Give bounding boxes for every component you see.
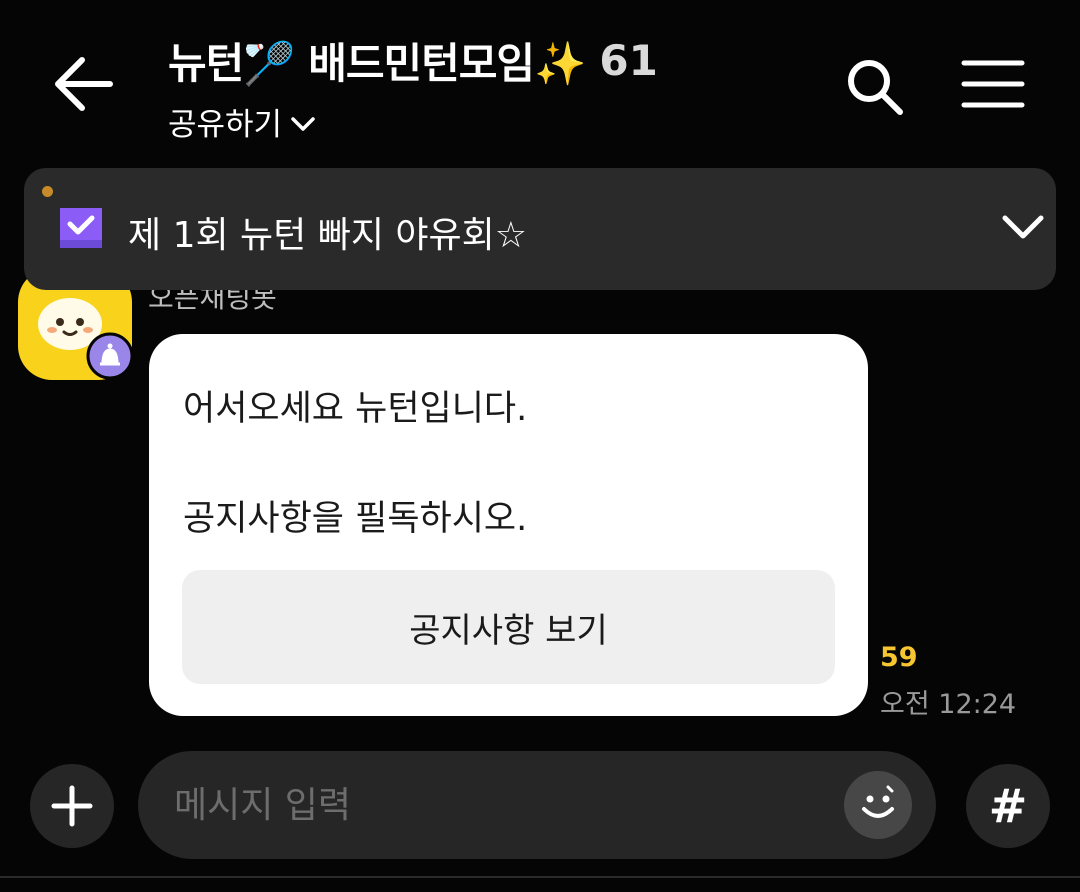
- bottom-divider: [0, 876, 1080, 878]
- message-line: 어서오세요 뉴턴입니다.: [183, 389, 528, 429]
- back-button[interactable]: [48, 50, 118, 120]
- message-input[interactable]: [174, 775, 814, 835]
- chat-title-area: 뉴턴🏸 배드민턴모임✨ 61 공유하기: [168, 30, 658, 144]
- smiley-icon: [862, 785, 894, 818]
- plus-icon: [51, 785, 93, 827]
- hashtag-button[interactable]: #: [966, 764, 1050, 848]
- message-bubble: 어서오세요 뉴턴입니다. 공지사항을 필독하시오. 공지사항 보기: [149, 334, 868, 716]
- hamburger-menu-icon: [961, 60, 1025, 108]
- chevron-down-icon[interactable]: [1000, 208, 1046, 248]
- chat-header: 뉴턴🏸 배드민턴모임✨ 61 공유하기: [0, 0, 1080, 160]
- chevron-down-icon: [291, 116, 315, 131]
- arrow-left-icon: [55, 57, 113, 111]
- message-timestamp: 오전 12:24: [880, 689, 1017, 720]
- pinned-notice-banner[interactable]: 제 1회 뉴턴 빠지 야유회☆: [24, 168, 1056, 290]
- chat-title: 뉴턴🏸 배드민턴모임✨: [168, 39, 586, 88]
- new-indicator-dot: [42, 186, 53, 197]
- search-icon: [848, 60, 903, 115]
- hashtag-icon: #: [988, 779, 1028, 833]
- member-count: 61: [599, 36, 658, 85]
- share-label: 공유하기: [168, 107, 283, 143]
- share-dropdown[interactable]: 공유하기: [168, 99, 658, 144]
- search-button[interactable]: [844, 56, 906, 118]
- message-input-box: [138, 751, 936, 859]
- attach-button[interactable]: [30, 764, 114, 848]
- notice-title: 제 1회 뉴턴 빠지 야유회☆: [128, 215, 528, 256]
- unread-count: 59: [880, 642, 918, 673]
- emoji-button[interactable]: [844, 771, 912, 839]
- view-notice-button[interactable]: 공지사항 보기: [182, 570, 835, 684]
- message-line: 공지사항을 필독하시오.: [183, 499, 528, 539]
- checkbox-notice-icon: [60, 208, 102, 248]
- menu-button[interactable]: [960, 58, 1026, 110]
